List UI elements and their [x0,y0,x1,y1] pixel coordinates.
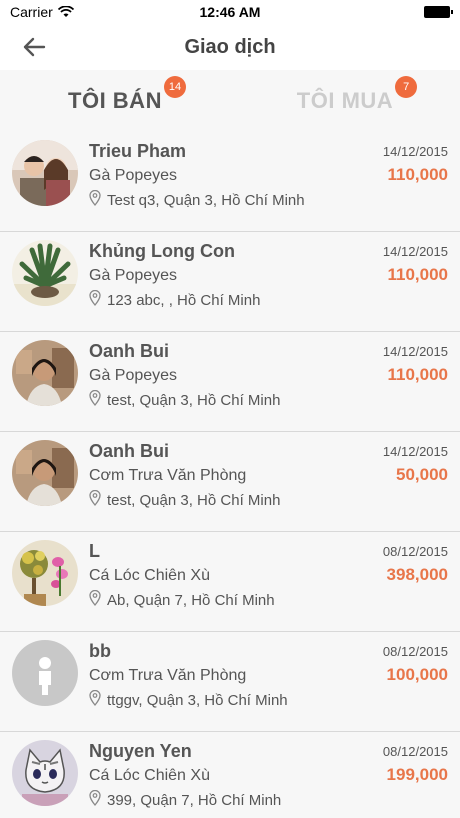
transaction-price: 398,000 [386,565,448,584]
transaction-date: 14/12/2015 [382,244,448,259]
product-name: Gà Popeyes [89,267,178,284]
transaction-date: 14/12/2015 [382,344,448,359]
address-line: 399, Quận 7, Hồ Chí Minh [89,789,282,811]
tab-sell[interactable]: TÔI BÁN 14 [0,70,230,132]
transaction-row[interactable]: Nguyen Yen Cá Lóc Chiên Xù 399, Quận 7, Hồ… [0,732,460,818]
address-text: Ab, Quận 7, Hồ Chí Minh [107,592,275,609]
buyer-name: Nguyen Yen [89,741,192,761]
buyer-name: L [89,541,100,561]
address-line: Test q3, Quận 3, Hồ Chí Minh [89,189,305,211]
tab-buy[interactable]: TÔI MUA 7 [230,70,460,132]
back-button[interactable] [18,32,50,62]
product-name: Gà Popeyes [89,367,178,384]
location-pin-icon [89,489,101,511]
location-pin-icon [89,689,101,711]
transaction-row[interactable]: Khủng Long Con Gà Popeyes 123 abc, , Hồ Ch… [0,232,460,332]
avatar [12,440,78,506]
address-text: test, Quận 3, Hồ Chí Minh [107,392,281,409]
location-pin-icon [89,389,101,411]
tab-sell-badge: 14 [163,76,186,98]
page-title: Giao dịch [184,35,276,58]
transaction-row[interactable]: Oanh Bui Cơm Trưa Văn Phòng test, Quận 3, … [0,432,460,532]
product-name: Cơm Trưa Văn Phòng [89,667,247,684]
buyer-name: Oanh Bui [89,341,169,361]
product-name: Gà Popeyes [89,167,178,184]
tab-buy-label: TÔI MUA [296,88,394,113]
transaction-date: 14/12/2015 [382,144,448,159]
buyer-name: Trieu Pham [89,141,187,161]
transaction-row[interactable]: bb Cơm Trưa Văn Phòng ttggv, Quận 3, Hồ Ch… [0,632,460,732]
avatar [12,740,78,806]
address-text: Test q3, Quận 3, Hồ Chí Minh [107,192,305,209]
address-line: 123 abc, , Hồ Chí Minh [89,289,261,311]
transaction-list: Trieu Pham Gà Popeyes Test q3, Quận 3, Hồ … [0,132,460,818]
tab-sell-label: TÔI BÁN [68,88,162,113]
address-line: ttggv, Quận 3, Hồ Chí Minh [89,689,288,711]
product-name: Cơm Trưa Văn Phòng [89,467,247,484]
status-left: Carrier [10,4,74,20]
transaction-row[interactable]: Oanh Bui Gà Popeyes test, Quận 3, Hồ Chí M… [0,332,460,432]
tab-buy-badge: 7 [395,76,418,98]
nav-bar: Giao dịch [0,24,460,70]
buyer-name: Khủng Long Con [89,241,235,261]
product-name: Cá Lóc Chiên Xù [89,767,210,784]
tab-buy-inner: TÔI MUA 7 [296,76,418,114]
address-text: ttggv, Quận 3, Hồ Chí Minh [107,692,288,709]
avatar [12,340,78,406]
buyer-name: Oanh Bui [89,441,169,461]
buyer-name: bb [89,641,111,661]
avatar [12,240,78,306]
battery-icon [424,6,453,18]
avatar [12,640,78,706]
tab-sell-inner: TÔI BÁN 14 [68,76,186,114]
transaction-price: 100,000 [386,665,448,684]
transaction-price: 110,000 [387,165,448,184]
transaction-date: 08/12/2015 [382,644,448,659]
location-pin-icon [89,189,101,211]
transaction-price: 199,000 [386,765,448,784]
transaction-price: 110,000 [387,365,448,384]
transaction-price: 50,000 [396,465,448,484]
wifi-icon [57,6,74,17]
location-pin-icon [89,289,101,311]
address-text: 399, Quận 7, Hồ Chí Minh [107,792,282,809]
address-text: test, Quận 3, Hồ Chí Minh [107,492,281,509]
avatar [12,140,78,206]
transaction-date: 08/12/2015 [382,744,448,759]
back-arrow-icon [23,37,46,57]
address-text: 123 abc, , Hồ Chí Minh [107,292,261,309]
transaction-price: 110,000 [387,265,448,284]
location-pin-icon [89,789,101,811]
transaction-row[interactable]: Trieu Pham Gà Popeyes Test q3, Quận 3, Hồ … [0,132,460,232]
carrier-label: Carrier [10,4,53,20]
avatar [12,540,78,606]
tab-bar: TÔI BÁN 14 TÔI MUA 7 [0,70,460,132]
transaction-row[interactable]: L Cá Lóc Chiên Xù Ab, Quận 7, Hồ Chí Minh 0… [0,532,460,632]
transaction-date: 08/12/2015 [382,544,448,559]
address-line: test, Quận 3, Hồ Chí Minh [89,389,281,411]
product-name: Cá Lóc Chiên Xù [89,567,210,584]
location-pin-icon [89,589,101,611]
address-line: test, Quận 3, Hồ Chí Minh [89,489,281,511]
status-bar: Carrier 12:46 AM [0,0,460,24]
transaction-date: 14/12/2015 [382,444,448,459]
address-line: Ab, Quận 7, Hồ Chí Minh [89,589,275,611]
